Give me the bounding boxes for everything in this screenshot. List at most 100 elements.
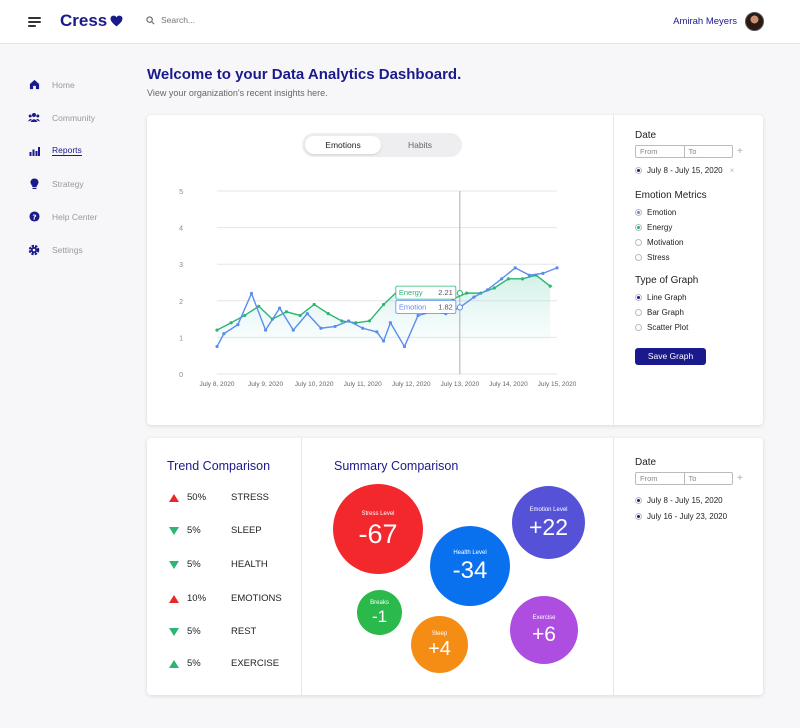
- data-point[interactable]: [312, 302, 316, 307]
- data-point[interactable]: [527, 273, 531, 277]
- trend-label: HEALTH: [231, 559, 268, 570]
- sidebar-item-reports[interactable]: Reports: [28, 134, 97, 167]
- data-point[interactable]: [347, 319, 351, 323]
- data-point[interactable]: [298, 313, 302, 318]
- trend-percent: 5%: [187, 626, 201, 637]
- sidebar-item-label: Settings: [52, 244, 83, 255]
- data-point[interactable]: [243, 313, 247, 318]
- data-point[interactable]: [555, 266, 559, 270]
- data-point[interactable]: [340, 319, 344, 323]
- data-point[interactable]: [361, 326, 365, 330]
- sidebar-item-community[interactable]: Community: [28, 101, 97, 134]
- data-point[interactable]: [465, 291, 469, 295]
- save-graph-button[interactable]: Save Graph: [635, 348, 706, 365]
- graph-type-bar[interactable]: Bar Graph: [635, 305, 743, 320]
- data-point[interactable]: [513, 266, 517, 270]
- graph-type-scatter[interactable]: Scatter Plot: [635, 320, 743, 335]
- add-date-icon[interactable]: +: [737, 473, 743, 484]
- data-point[interactable]: [305, 312, 309, 316]
- data-point[interactable]: [333, 324, 337, 329]
- arrow-down-icon: [169, 526, 179, 535]
- trend-label: SLEEP: [231, 525, 262, 536]
- search-input[interactable]: [161, 15, 281, 25]
- trend-label: EMOTIONS: [231, 593, 282, 604]
- summary-bubble[interactable]: Emotion Level +22: [512, 486, 585, 559]
- data-point[interactable]: [319, 326, 323, 330]
- data-point[interactable]: [382, 339, 386, 343]
- y-tick-label: 1: [179, 335, 183, 342]
- date-range-option[interactable]: July 16 - July 23, 2020: [635, 509, 743, 524]
- data-point[interactable]: [485, 288, 490, 292]
- from-field[interactable]: From: [636, 473, 685, 484]
- hamburger-menu-icon[interactable]: [28, 17, 41, 27]
- data-point[interactable]: [291, 328, 295, 332]
- graph-type-line[interactable]: Line Graph: [635, 290, 743, 305]
- metric-motivation[interactable]: Motivation: [635, 235, 743, 250]
- summary-bubble[interactable]: Health Level -34: [430, 526, 510, 606]
- data-point[interactable]: [284, 310, 289, 314]
- data-point[interactable]: [215, 328, 219, 332]
- data-point[interactable]: [326, 312, 330, 316]
- data-point[interactable]: [520, 277, 525, 281]
- data-point[interactable]: [416, 313, 420, 318]
- date-range-field[interactable]: From To: [635, 472, 733, 485]
- data-point[interactable]: [402, 344, 407, 349]
- date-heading: Date: [635, 130, 657, 141]
- data-point[interactable]: [541, 271, 545, 275]
- data-point[interactable]: [249, 291, 254, 296]
- metric-energy[interactable]: Energy: [635, 220, 743, 235]
- data-point[interactable]: [375, 330, 379, 334]
- data-point[interactable]: [382, 302, 386, 307]
- line-chart: 0 1 2 3 4 5 July 8, 2020 July 9, 2020 July 10, 2…: [179, 189, 577, 388]
- summary-bubble[interactable]: Sleep +4: [411, 616, 468, 673]
- to-field[interactable]: To: [685, 146, 733, 157]
- date-range-field[interactable]: From To: [635, 145, 733, 158]
- sidebar-item-settings[interactable]: Settings: [28, 233, 97, 266]
- summary-bubble[interactable]: Exercise +6: [510, 596, 578, 664]
- x-tick-label: July 12, 2020: [392, 381, 431, 388]
- data-point[interactable]: [257, 304, 261, 308]
- trend-row: 5% HEALTH: [169, 559, 268, 570]
- emotion-tooltip-label: Emotion: [399, 302, 427, 311]
- logo[interactable]: Cress: [60, 11, 123, 31]
- chart-card: Emotions Habits 0 1 2 3 4 5 July 8, 2020 July 9…: [147, 115, 763, 425]
- metric-emotion[interactable]: Emotion: [635, 205, 743, 220]
- data-point[interactable]: [222, 332, 226, 336]
- data-point[interactable]: [506, 277, 511, 281]
- sidebar-item-home[interactable]: Home: [28, 68, 97, 101]
- remove-date-icon[interactable]: ×: [730, 166, 735, 175]
- data-point[interactable]: [388, 321, 392, 325]
- trend-row: 10% EMOTIONS: [169, 593, 282, 604]
- add-date-icon[interactable]: +: [737, 146, 743, 157]
- user-menu[interactable]: Amirah Meyers: [673, 12, 764, 31]
- trend-percent: 10%: [187, 593, 207, 604]
- data-point[interactable]: [215, 344, 219, 349]
- arrow-up-icon: [169, 659, 179, 668]
- to-field[interactable]: To: [685, 473, 733, 484]
- x-tick-label: July 14, 2020: [489, 381, 528, 388]
- panel-divider: [301, 438, 302, 695]
- sidebar-item-help-center[interactable]: ? Help Center: [28, 200, 97, 233]
- data-point[interactable]: [500, 277, 504, 281]
- avatar[interactable]: [745, 12, 764, 31]
- from-field[interactable]: From: [636, 146, 685, 157]
- date-range-option[interactable]: July 8 - July 15, 2020: [635, 493, 743, 508]
- data-point[interactable]: [229, 321, 233, 325]
- data-point[interactable]: [278, 306, 282, 310]
- trend-label: REST: [231, 626, 257, 637]
- data-point[interactable]: [548, 284, 552, 288]
- data-point[interactable]: [263, 328, 268, 332]
- sidebar-item-label: Strategy: [52, 178, 84, 189]
- sidebar-item-strategy[interactable]: Strategy: [28, 167, 97, 200]
- data-point[interactable]: [472, 295, 476, 299]
- data-point[interactable]: [367, 319, 372, 323]
- date-range-option[interactable]: July 8 - July 15, 2020 ×: [635, 163, 743, 178]
- metric-stress[interactable]: Stress: [635, 250, 743, 265]
- community-icon: [28, 112, 40, 124]
- data-point[interactable]: [236, 322, 240, 327]
- radio-selected[interactable]: [635, 167, 642, 174]
- summary-bubble[interactable]: Stress Level -67: [333, 484, 423, 574]
- summary-bubble[interactable]: Breaks -1: [357, 590, 402, 635]
- data-point[interactable]: [492, 286, 496, 290]
- search-bar[interactable]: [146, 15, 281, 25]
